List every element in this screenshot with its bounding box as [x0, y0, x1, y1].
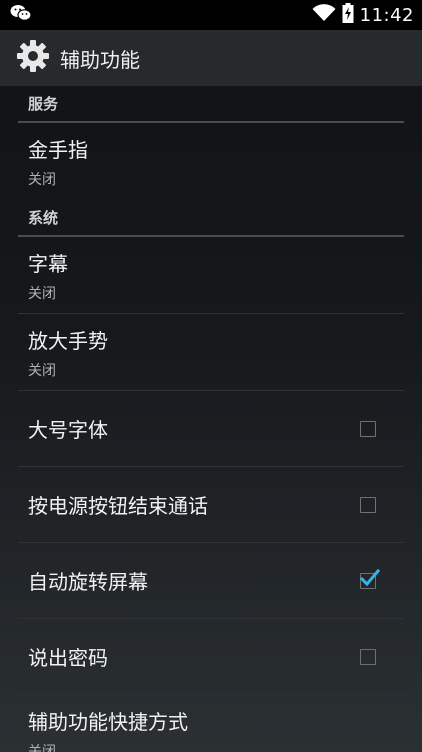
settings-gear-icon[interactable]	[16, 39, 50, 77]
list-item-speak-passwords[interactable]: 说出密码	[18, 619, 404, 695]
item-title: 大号字体	[28, 418, 108, 442]
section-header-system: 系统	[18, 200, 404, 237]
item-summary: 关闭	[28, 285, 56, 302]
settings-list: 服务 金手指 关闭 系统 字幕 关闭 放大手势 关闭 大号字体 按电源按钮结束通…	[0, 86, 422, 752]
battery-charging-icon	[342, 3, 354, 27]
status-bar: 11:42	[0, 0, 422, 30]
section-header-services: 服务	[18, 86, 404, 123]
item-title: 放大手势	[28, 328, 108, 353]
wechat-icon	[10, 4, 32, 26]
item-title: 字幕	[28, 251, 68, 276]
list-item-large-text[interactable]: 大号字体	[18, 391, 404, 467]
item-summary: 关闭	[28, 744, 56, 752]
action-bar: 辅助功能	[0, 30, 422, 86]
status-time: 11:42	[359, 4, 414, 26]
item-title: 金手指	[28, 138, 88, 162]
list-item-power-ends-call[interactable]: 按电源按钮结束通话	[18, 467, 404, 543]
list-item-captions[interactable]: 字幕 关闭	[18, 237, 404, 314]
item-title: 自动旋转屏幕	[28, 570, 148, 594]
list-item-magnification-gestures[interactable]: 放大手势 关闭	[18, 314, 404, 391]
list-item-jinshouzhi[interactable]: 金手指 关闭	[18, 123, 404, 200]
item-summary: 关闭	[28, 172, 56, 188]
power-ends-call-checkbox[interactable]	[360, 496, 376, 513]
list-item-auto-rotate[interactable]: 自动旋转屏幕	[18, 543, 404, 619]
item-summary: 关闭	[28, 362, 56, 379]
large-text-checkbox[interactable]	[360, 420, 376, 437]
page-title: 辅助功能	[60, 47, 140, 72]
checkmark-icon	[359, 568, 381, 586]
item-title: 按电源按钮结束通话	[28, 494, 208, 518]
auto-rotate-checkbox[interactable]	[359, 568, 381, 589]
wifi-icon	[312, 4, 336, 26]
list-item-accessibility-shortcut[interactable]: 辅助功能快捷方式 关闭	[18, 695, 404, 752]
speak-passwords-checkbox[interactable]	[360, 648, 376, 665]
screen: 11:42 辅助功能 服务 金手指 关闭 系统 字幕 关闭 放大手势 关闭 大号…	[0, 0, 422, 752]
item-title: 辅助功能快捷方式	[28, 710, 188, 734]
item-title: 说出密码	[28, 646, 108, 670]
